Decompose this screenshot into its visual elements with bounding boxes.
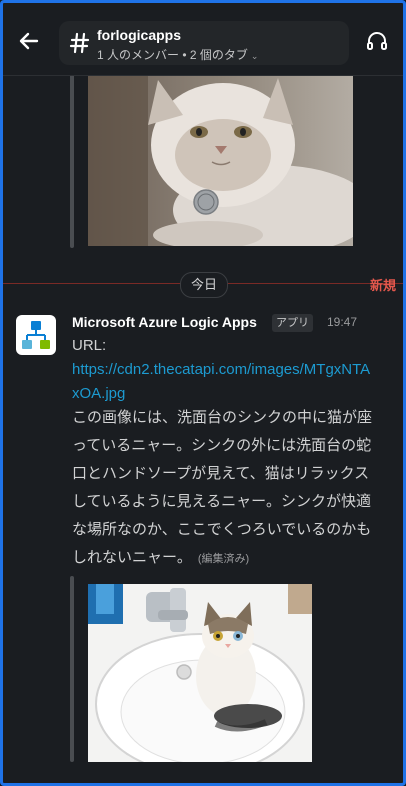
hash-icon xyxy=(69,31,91,55)
url-label: URL: xyxy=(72,337,107,354)
persian-cat-photo[interactable] xyxy=(88,70,353,246)
body-line-4: しているように見えるニャー。シンクが快適 xyxy=(72,493,371,510)
arrow-left-icon xyxy=(19,32,39,50)
attachment-bar xyxy=(70,70,74,248)
url-line-2[interactable]: xOA.jpg xyxy=(72,385,125,402)
edited-label: (編集済み) xyxy=(197,553,250,565)
channel-header: forlogicapps 1 人のメンバー • 2 個のタブ ⌄ xyxy=(3,3,403,76)
channel-subtitle-text: 1 人のメンバー • 2 個のタブ xyxy=(97,48,248,62)
new-messages-label: 新規 xyxy=(369,278,396,293)
body-line-6: しれないニャー。 (編集済み) xyxy=(72,546,390,571)
headphones-button[interactable] xyxy=(365,29,389,53)
attachment-bar-2 xyxy=(70,576,74,762)
cat-in-sink-photo[interactable] xyxy=(88,584,312,762)
body-line-6-text: しれないニャー。 xyxy=(72,549,192,566)
message-sender[interactable]: Microsoft Azure Logic Apps xyxy=(72,314,257,330)
message-timestamp[interactable]: 19:47 xyxy=(327,315,357,329)
chevron-down-icon: ⌄ xyxy=(250,51,259,61)
headphones-icon xyxy=(367,32,387,50)
url-line-1[interactable]: https://cdn2.thecatapi.com/images/MTgxNT… xyxy=(72,361,370,378)
body-line-2: っているニャー。シンクの外には洗面台の蛇 xyxy=(72,437,372,454)
body-line-1: この画像には、洗面台のシンクの中に猫が座 xyxy=(72,409,373,426)
app-badge: アプリ xyxy=(272,314,313,332)
image-url-link-cont[interactable]: xOA.jpg xyxy=(72,382,390,406)
logic-apps-icon[interactable] xyxy=(16,315,56,355)
image-url-link[interactable]: https://cdn2.thecatapi.com/images/MTgxNT… xyxy=(72,358,390,382)
channel-subtitle: 1 人のメンバー • 2 個のタブ ⌄ xyxy=(97,46,258,63)
channel-name: forlogicapps xyxy=(97,27,182,43)
back-button[interactable] xyxy=(15,27,43,55)
channel-title-button[interactable]: forlogicapps 1 人のメンバー • 2 個のタブ ⌄ xyxy=(59,21,349,65)
date-divider-today[interactable]: 今日 xyxy=(180,272,228,298)
body-line-5: な場所なのか、ここでくつろいでいるのかも xyxy=(72,521,372,538)
body-line-3: 口とハンドソープが見えて、猫はリラックス xyxy=(72,465,370,482)
